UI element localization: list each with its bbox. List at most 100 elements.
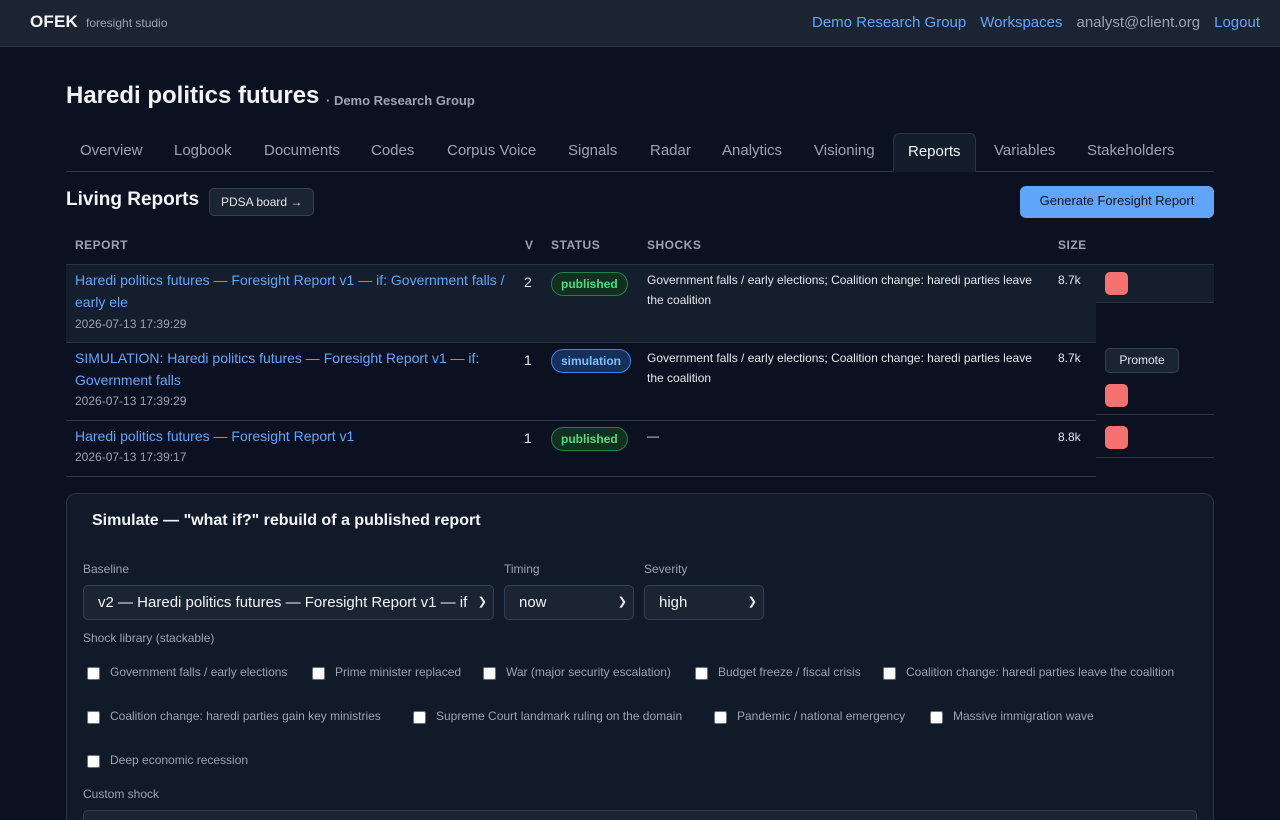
- row-divider: [1096, 457, 1214, 458]
- checkbox[interactable]: [695, 667, 708, 680]
- shock-checkbox-haredi-leave[interactable]: Coalition change: haredi parties leave t…: [883, 665, 1174, 680]
- report-size: 8.8k: [1058, 430, 1081, 444]
- tab-radar[interactable]: Radar: [636, 133, 705, 172]
- report-shocks: —: [647, 429, 659, 443]
- simulate-panel: [66, 493, 1214, 820]
- timing-value: now: [519, 594, 547, 611]
- shock-label: Coalition change: haredi parties leave t…: [906, 665, 1175, 679]
- checkbox[interactable]: [87, 667, 100, 680]
- workspaces-link[interactable]: Workspaces: [980, 14, 1062, 31]
- checkbox[interactable]: [714, 711, 727, 724]
- checkbox[interactable]: [87, 711, 100, 724]
- tab-reports[interactable]: Reports: [893, 133, 976, 172]
- report-size: 8.7k: [1058, 273, 1081, 287]
- baseline-label: Baseline: [83, 562, 130, 576]
- shock-label: Deep economic recession: [110, 753, 249, 767]
- shock-label: Supreme Court landmark ruling on the dom…: [436, 709, 683, 723]
- chevron-down-icon: ❯: [743, 586, 757, 619]
- tab-codes[interactable]: Codes: [357, 133, 428, 172]
- shock-checkbox-budget-freeze[interactable]: Budget freeze / fiscal crisis: [695, 665, 861, 680]
- shock-label: Prime minister replaced: [335, 665, 462, 679]
- timing-label: Timing: [504, 562, 540, 576]
- shock-label: Government falls / early elections: [110, 665, 288, 679]
- col-header-report: REPORT: [75, 238, 129, 252]
- checkbox[interactable]: [883, 667, 896, 680]
- col-header-shocks: SHOCKS: [647, 238, 702, 252]
- custom-shock-input[interactable]: [83, 810, 1197, 820]
- section-title: Living Reports: [66, 189, 200, 210]
- report-size: 8.7k: [1058, 351, 1081, 365]
- promote-button[interactable]: Promote: [1105, 348, 1179, 373]
- checkbox[interactable]: [413, 711, 426, 724]
- report-version: 1: [524, 352, 532, 368]
- shock-checkbox-pm-replaced[interactable]: Prime minister replaced: [312, 665, 461, 680]
- status-badge: published: [551, 272, 628, 296]
- report-shocks: Government falls / early elections; Coal…: [647, 351, 1032, 385]
- tab-visioning[interactable]: Visioning: [800, 133, 889, 172]
- brand-tagline: foresight studio: [86, 16, 168, 30]
- report-date: 2026-07-13 17:39:17: [75, 450, 187, 464]
- baseline-select[interactable]: v2 — Haredi politics futures — Foresight…: [83, 585, 494, 620]
- shock-checkbox-government-falls[interactable]: Government falls / early elections: [87, 665, 287, 680]
- shock-label: Budget freeze / fiscal crisis: [718, 665, 861, 679]
- shock-label: Coalition change: haredi parties gain ke…: [110, 709, 381, 723]
- status-badge: simulation: [551, 349, 632, 373]
- checkbox[interactable]: [483, 667, 496, 680]
- report-date: 2026-07-13 17:39:29: [75, 394, 187, 408]
- baseline-value: v2 — Haredi politics futures — Foresight…: [98, 594, 468, 611]
- custom-shock-label: Custom shock: [83, 787, 160, 801]
- chevron-down-icon: ❯: [473, 586, 487, 619]
- chevron-down-icon: ❯: [613, 586, 627, 619]
- checkbox[interactable]: [312, 667, 325, 680]
- tab-stakeholders[interactable]: Stakeholders: [1073, 133, 1189, 172]
- delete-button[interactable]: [1105, 426, 1128, 449]
- shock-checkbox-recession[interactable]: Deep economic recession: [87, 753, 248, 768]
- brand-logo[interactable]: OFEK: [30, 12, 78, 32]
- tab-documents[interactable]: Documents: [250, 133, 354, 172]
- row-divider: [1096, 414, 1214, 415]
- shock-checkbox-haredi-gain[interactable]: Coalition change: haredi parties gain ke…: [87, 709, 381, 724]
- tab-analytics[interactable]: Analytics: [708, 133, 796, 172]
- shock-label: Massive immigration wave: [953, 709, 1094, 723]
- report-link[interactable]: Haredi politics futures — Foresight Repo…: [75, 269, 515, 313]
- simulate-title: Simulate — "what if?" rebuild of a publi…: [92, 512, 481, 529]
- delete-button[interactable]: [1105, 384, 1128, 407]
- col-header-size: SIZE: [1058, 238, 1087, 252]
- group-link[interactable]: Demo Research Group: [812, 14, 966, 31]
- col-header-status: STATUS: [551, 238, 601, 252]
- shock-checkbox-war[interactable]: War (major security escalation): [483, 665, 671, 680]
- tab-bar: Overview Logbook Documents Codes Corpus …: [66, 133, 1214, 172]
- top-navbar: OFEK foresight studio Demo Research Grou…: [0, 0, 1280, 47]
- timing-select[interactable]: now ❯: [504, 585, 634, 620]
- tab-corpus-voice[interactable]: Corpus Voice: [433, 133, 550, 172]
- logout-link[interactable]: Logout: [1214, 14, 1260, 31]
- shock-checkbox-pandemic[interactable]: Pandemic / national emergency: [714, 709, 905, 724]
- checkbox[interactable]: [87, 755, 100, 768]
- pdsa-board-button[interactable]: PDSA board →: [209, 188, 315, 216]
- generate-report-button[interactable]: Generate Foresight Report: [1020, 186, 1214, 218]
- shock-checkbox-immigration[interactable]: Massive immigration wave: [930, 709, 1094, 724]
- report-link[interactable]: SIMULATION: Haredi politics futures — Fo…: [75, 347, 515, 391]
- severity-select[interactable]: high ❯: [644, 585, 764, 620]
- checkbox[interactable]: [930, 711, 943, 724]
- user-email: analyst@client.org: [1076, 14, 1201, 31]
- tab-variables[interactable]: Variables: [980, 133, 1069, 172]
- delete-button[interactable]: [1105, 272, 1128, 295]
- report-date: 2026-07-13 17:39:29: [75, 317, 187, 331]
- shock-checkbox-supreme-court[interactable]: Supreme Court landmark ruling on the dom…: [413, 709, 682, 724]
- shock-library-label: Shock library (stackable): [83, 631, 215, 645]
- page-title: Haredi politics futures: [66, 82, 320, 109]
- severity-label: Severity: [644, 562, 688, 576]
- severity-value: high: [659, 594, 688, 611]
- tab-signals[interactable]: Signals: [554, 133, 631, 172]
- shock-label: Pandemic / national emergency: [737, 709, 906, 723]
- report-link[interactable]: Haredi politics futures — Foresight Repo…: [75, 425, 515, 447]
- report-shocks: Government falls / early elections; Coal…: [647, 273, 1032, 307]
- page-subtitle: · Demo Research Group: [326, 93, 475, 108]
- report-version: 2: [524, 274, 532, 290]
- shock-label: War (major security escalation): [506, 665, 671, 679]
- tab-overview[interactable]: Overview: [66, 133, 157, 172]
- status-badge: published: [551, 427, 628, 451]
- tab-logbook[interactable]: Logbook: [160, 133, 246, 172]
- top-links: Demo Research Group Workspaces analyst@c…: [812, 14, 1260, 31]
